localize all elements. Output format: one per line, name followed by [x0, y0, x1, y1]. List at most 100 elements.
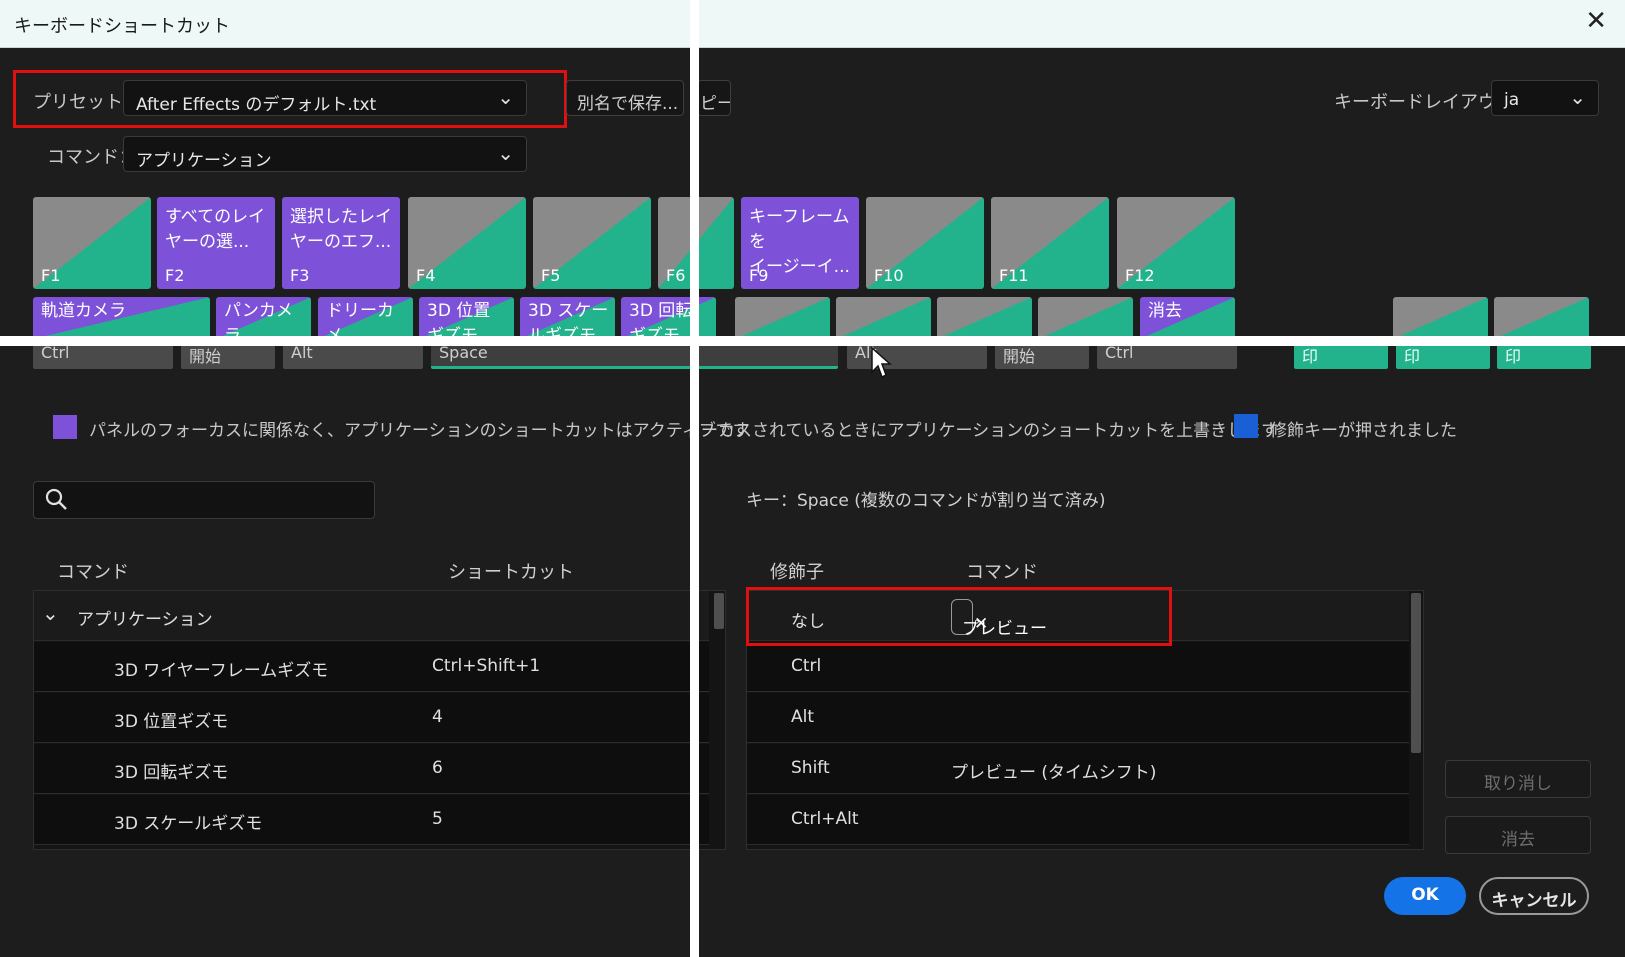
chevron-down-icon: ⌄ — [1569, 85, 1586, 109]
layout-value: ja — [1504, 90, 1520, 110]
legend-panel-text: ーカスされているときにアプリケーションのショートカットを上書きします — [701, 421, 1279, 441]
close-icon[interactable]: ✕ — [974, 614, 988, 634]
key-num-7[interactable] — [735, 297, 830, 339]
copy-button[interactable]: ピー — [697, 80, 731, 116]
key-num-4[interactable]: 3D 位置 ギズモ — [419, 297, 514, 339]
modifier-cell: なし — [791, 612, 825, 632]
key-num-5[interactable]: 3D スケー ルギズモ — [520, 297, 615, 339]
shortcut-cell: Ctrl+Shift+1 — [432, 656, 541, 676]
col-header-mod-command[interactable]: コマンド — [966, 558, 1038, 584]
chevron-down-icon: ⌄ — [497, 141, 514, 165]
copy-label: ピー — [700, 94, 731, 114]
key-num-10[interactable] — [1038, 297, 1133, 339]
key-name: 開始 — [1003, 347, 1036, 366]
table-row[interactable]: 3D 回転ギズモ 6 — [34, 744, 709, 794]
key-num-13[interactable] — [1494, 297, 1589, 339]
mouse-cursor-icon — [871, 346, 892, 379]
col-header-shortcut[interactable]: ショートカット — [448, 558, 574, 584]
col-header-modifier[interactable]: 修飾子 — [770, 558, 824, 584]
search-icon — [45, 488, 67, 510]
command-dropdown[interactable]: アプリケーション ⌄ — [123, 136, 527, 172]
save-as-button[interactable]: 別名で保存... — [566, 80, 684, 116]
key-f11[interactable]: F11 — [991, 197, 1109, 289]
key-f2[interactable]: すべてのレイ ヤーの選... F2 — [157, 197, 275, 289]
key-name: F4 — [416, 266, 436, 285]
command-value: アプリケーション — [136, 151, 272, 171]
key-num-11[interactable]: 消去 — [1140, 297, 1235, 339]
key-info: キー：Space (複数のコマンドが割り当て済み) — [746, 491, 1106, 511]
table-row[interactable]: 3D ワイヤーフレームギズモ Ctrl+Shift+1 — [34, 642, 709, 692]
key-name: F10 — [874, 266, 904, 285]
shortcut-cell: 6 — [432, 758, 443, 778]
key-f1[interactable]: F1 — [33, 197, 151, 289]
key-f4[interactable]: F4 — [408, 197, 526, 289]
search-input[interactable] — [33, 481, 375, 519]
table-row[interactable]: 3D スケールギズモ 5 — [34, 795, 709, 845]
key-name: F6 — [666, 266, 686, 285]
horizontal-divider — [0, 336, 1625, 346]
key-command: すべてのレイ ヤーの選... — [165, 207, 266, 252]
modifier-scrollbar[interactable] — [1411, 593, 1421, 753]
key-f12[interactable]: F12 — [1117, 197, 1235, 289]
ok-button[interactable]: OK — [1384, 877, 1466, 915]
col-header-command[interactable]: コマンド — [57, 558, 129, 584]
preset-value: After Effects のデフォルト.txt — [136, 95, 377, 115]
modifier-list: なし プレビュー ✕ Ctrl Alt Shift プレビュー (タイムシフト) … — [746, 590, 1424, 850]
group-label: アプリケーション — [77, 610, 213, 630]
command-chip[interactable]: プレビュー ✕ — [951, 599, 1047, 639]
key-name: F1 — [41, 266, 61, 285]
modifier-cell: Alt — [791, 707, 815, 727]
command-cell: 3D スケールギズモ — [114, 814, 263, 834]
command-cell: 3D ワイヤーフレームギズモ — [114, 661, 329, 681]
legend-app-text: パネルのフォーカスに関係なく、アプリケーションのショートカットはアクティブです — [89, 421, 750, 441]
vertical-divider — [690, 0, 699, 957]
chevron-down-icon[interactable]: ⌄ — [42, 601, 59, 625]
close-icon[interactable]: ✕ — [1585, 6, 1607, 36]
key-num-1[interactable]: 軌道カメラ — [33, 297, 210, 339]
key-command: ドリーカメ ラ — [326, 301, 394, 339]
preset-dropdown[interactable]: After Effects のデフォルト.txt ⌄ — [123, 80, 527, 116]
key-num-9[interactable] — [937, 297, 1032, 339]
key-num-12[interactable] — [1393, 297, 1488, 339]
commands-scrollbar[interactable] — [714, 593, 724, 629]
key-f5[interactable]: F5 — [533, 197, 651, 289]
key-num-8[interactable] — [836, 297, 931, 339]
key-name: 開始 — [189, 347, 222, 366]
command-cell: 3D 回転ギズモ — [114, 763, 229, 783]
key-command: 消去 — [1148, 301, 1182, 321]
key-name: 印 — [1404, 347, 1421, 366]
legend-modifier-text: 修飾キーが押されました — [1270, 421, 1457, 441]
clear-button[interactable]: 消去 — [1445, 816, 1591, 854]
commands-list: ⌄ アプリケーション 3D ワイヤーフレームギズモ Ctrl+Shift+1 3… — [33, 590, 726, 850]
key-name: F11 — [999, 266, 1029, 285]
undo-label: 取り消し — [1484, 774, 1552, 794]
key-command: 軌道カメラ — [41, 301, 126, 321]
key-num-2[interactable]: パンカメラ — [216, 297, 311, 339]
key-name: F12 — [1125, 266, 1155, 285]
modifier-row[interactable]: Ctrl+Alt — [747, 795, 1409, 845]
modifier-cell: Ctrl — [791, 656, 822, 676]
legend-modifier-swatch — [1234, 414, 1258, 438]
group-row-application[interactable]: ⌄ アプリケーション — [34, 591, 709, 641]
key-name: F3 — [290, 266, 310, 285]
window-title: キーボードショートカット — [14, 16, 230, 37]
modifier-row[interactable]: Alt — [747, 693, 1409, 743]
key-name: 印 — [1302, 347, 1319, 366]
layout-dropdown[interactable]: ja ⌄ — [1491, 80, 1599, 116]
modifier-row[interactable]: Ctrl — [747, 642, 1409, 692]
key-name: 印 — [1505, 347, 1522, 366]
cancel-button[interactable]: キャンセル — [1479, 877, 1589, 915]
key-num-3[interactable]: ドリーカメ ラ — [318, 297, 413, 339]
key-f3[interactable]: 選択したレイ ヤーのエフ... F3 — [282, 197, 400, 289]
key-num-6[interactable]: 3D 回転 ギズモ — [621, 297, 716, 339]
key-f10[interactable]: F10 — [866, 197, 984, 289]
ok-label: OK — [1411, 885, 1439, 905]
table-row[interactable]: 3D 位置ギズモ 4 — [34, 693, 709, 743]
modifier-row[interactable]: Shift プレビュー (タイムシフト) — [747, 744, 1409, 794]
command-cell: プレビュー (タイムシフト) — [951, 763, 1157, 783]
key-f9[interactable]: キーフレームを イージーイ... F9 — [741, 197, 859, 289]
undo-button[interactable]: 取り消し — [1445, 760, 1591, 798]
shortcut-cell: 4 — [432, 707, 443, 727]
modifier-row[interactable]: なし プレビュー ✕ — [747, 591, 1409, 641]
search-field[interactable] — [74, 486, 364, 514]
